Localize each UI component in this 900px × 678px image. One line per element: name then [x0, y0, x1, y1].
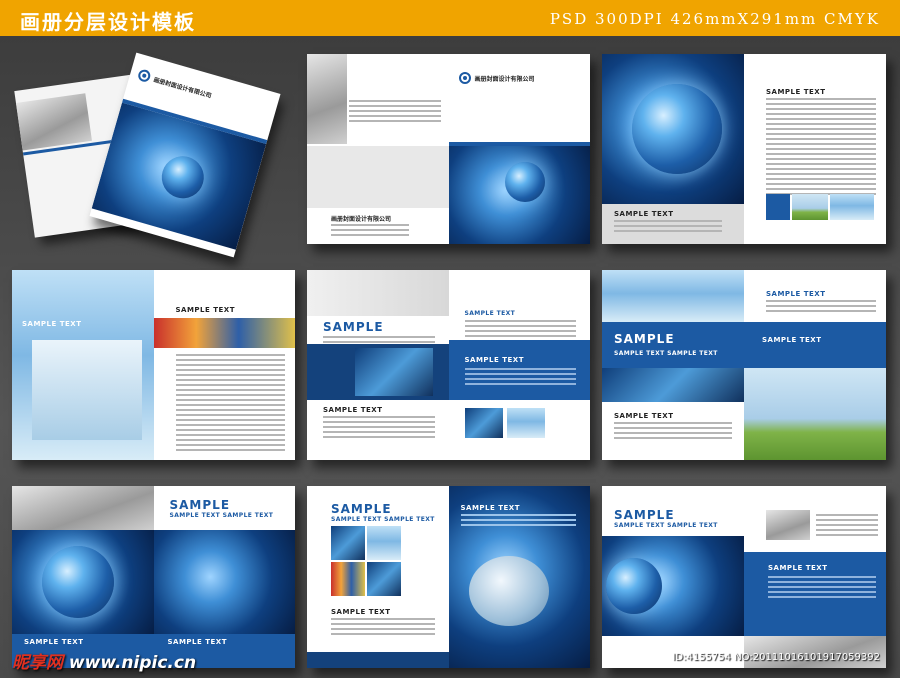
spread-sample-blue: SAMPLE SAMPLE TEXT SAMPLE TEXT SAMPLE TE…	[307, 270, 590, 460]
section-heading: SAMPLE TEXT	[175, 306, 235, 314]
spread-page-left: SAMPLE TEXT	[602, 54, 744, 244]
section-heading-white: SAMPLE TEXT	[762, 336, 822, 344]
page-title: 画册分层设计模板	[20, 10, 196, 34]
spread-industrial: SAMPLE TEXT SAMPLE TEXT	[12, 270, 295, 460]
sample-subtitle: SAMPLE TEXT SAMPLE TEXT	[331, 516, 435, 523]
sample-title: SAMPLE	[614, 508, 675, 522]
sample-title: SAMPLE	[169, 498, 231, 512]
spread-page-left: SAMPLE SAMPLE TEXT SAMPLE TEXT	[602, 486, 744, 668]
header-banner: 画册分层设计模板 PSD 300DPI 426mmX291mm CMYK	[0, 0, 900, 36]
spec-text: PSD 300DPI 426mmX291mm CMYK	[549, 10, 880, 28]
spread-page-left: 画册封面设计有限公司	[307, 54, 449, 244]
spread-page-right: SAMPLE TEXT	[153, 270, 295, 460]
section-heading-white: SAMPLE TEXT	[464, 356, 524, 364]
sample-subtitle: SAMPLE TEXT SAMPLE TEXT	[169, 512, 274, 519]
spread-page-right: SAMPLE TEXT	[744, 486, 886, 668]
section-heading: SAMPLE TEXT	[22, 320, 82, 328]
globe-image	[42, 546, 114, 618]
company-logo-icon	[458, 72, 471, 84]
section-heading: SAMPLE TEXT	[464, 310, 516, 317]
section-heading-white: SAMPLE TEXT	[24, 638, 84, 646]
spread-page-right: SAMPLE TEXT	[744, 54, 886, 244]
spread-company-name: 画册封面设计有限公司	[331, 216, 392, 223]
spread-cover-open: 画册封面设计有限公司 画册封面设计有限公司	[307, 54, 590, 244]
spread-company-name-right: 画册封面设计有限公司	[474, 76, 535, 83]
section-heading: SAMPLE TEXT	[323, 406, 383, 414]
section-heading: SAMPLE TEXT	[766, 88, 826, 96]
spread-page-right: SAMPLE TEXT SAMPLE TEXT	[448, 270, 590, 460]
section-heading-white: SAMPLE TEXT	[167, 638, 227, 646]
section-heading: SAMPLE TEXT	[614, 210, 674, 218]
watermark: 昵享网 www.nipic.cn	[12, 648, 196, 673]
spread-page-right: 画册封面设计有限公司	[448, 54, 590, 244]
company-logo-icon	[136, 68, 152, 84]
spread-page-left: SAMPLE TEXT	[12, 486, 154, 668]
spread-globe-network: SAMPLE TEXT SAMPLE SAMPLE TEXT SAMPLE TE…	[12, 486, 295, 668]
spread-page-left: SAMPLE SAMPLE TEXT SAMPLE TEXT SAMPLE TE…	[307, 486, 449, 668]
cover-company-name: 画册封面设计有限公司	[152, 76, 213, 100]
sample-subtitle: SAMPLE TEXT SAMPLE TEXT	[614, 350, 718, 357]
section-heading: SAMPLE TEXT	[331, 608, 391, 616]
sample-title: SAMPLE	[331, 502, 392, 516]
section-heading-white: SAMPLE TEXT	[768, 564, 828, 572]
spread-page-right: SAMPLE SAMPLE TEXT SAMPLE TEXT SAMPLE TE…	[153, 486, 295, 668]
spread-page-left: SAMPLE TEXT	[12, 270, 154, 460]
image-id-text: ID:4155754 NO:20111016101917059392	[672, 652, 880, 663]
watermark-logo: 昵享网	[12, 653, 63, 673]
sample-title: SAMPLE	[614, 332, 675, 346]
globe-image	[504, 162, 545, 202]
sample-title: SAMPLE	[323, 320, 384, 334]
spread-page-left: SAMPLE SAMPLE TEXT SAMPLE TEXT SAMPLE TE…	[602, 270, 744, 460]
globe-image	[632, 84, 722, 174]
spread-city-globe: SAMPLE SAMPLE TEXT SAMPLE TEXT SAMPLE TE…	[602, 486, 886, 668]
spread-energy: SAMPLE SAMPLE TEXT SAMPLE TEXT SAMPLE TE…	[602, 270, 886, 460]
spread-page-left: SAMPLE SAMPLE TEXT	[307, 270, 449, 460]
spread-port-tank: SAMPLE SAMPLE TEXT SAMPLE TEXT SAMPLE TE…	[307, 486, 590, 668]
globe-image	[606, 558, 662, 614]
watermark-url: www.nipic.cn	[68, 653, 197, 673]
sample-subtitle: SAMPLE TEXT SAMPLE TEXT	[614, 522, 718, 529]
section-heading: SAMPLE TEXT	[614, 412, 674, 420]
section-heading: SAMPLE TEXT	[766, 290, 826, 298]
section-heading-white: SAMPLE TEXT	[460, 504, 520, 512]
spread-page-right: SAMPLE TEXT SAMPLE TEXT	[744, 270, 886, 460]
spread-page-right: SAMPLE TEXT	[448, 486, 590, 668]
spread-world-map: SAMPLE TEXT SAMPLE TEXT	[602, 54, 886, 244]
